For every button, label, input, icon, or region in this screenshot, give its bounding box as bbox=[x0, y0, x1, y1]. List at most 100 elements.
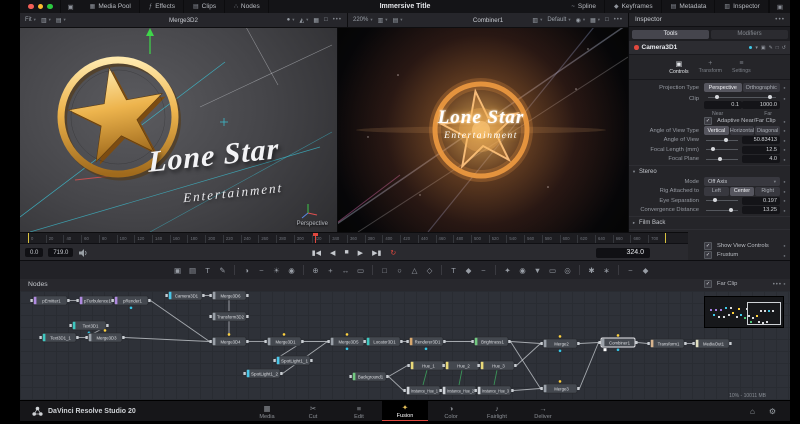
page-tab-fusion[interactable]: ✦ Fusion bbox=[382, 401, 428, 421]
option-right[interactable]: Right bbox=[755, 186, 781, 196]
tool-merge-icon[interactable]: ⊕ bbox=[308, 266, 323, 275]
menubar-metadata-button[interactable]: ▤ Metadata bbox=[662, 0, 716, 13]
split-view-dropdown[interactable]: ▥ ▾ bbox=[41, 17, 51, 24]
tool-color-curves-icon[interactable]: ~ bbox=[254, 266, 269, 275]
last-frame-button[interactable]: ▶▮ bbox=[372, 249, 381, 257]
node-output[interactable] bbox=[246, 340, 249, 343]
value-field-convergence-distance[interactable]: 13.25 bbox=[742, 206, 780, 215]
option-horizontal[interactable]: Horizontal bbox=[729, 126, 755, 136]
node-connection[interactable] bbox=[579, 342, 599, 389]
node-Brightness1[interactable]: Brightness1 bbox=[471, 336, 511, 347]
page-tab-cut[interactable]: ✂ Cut bbox=[290, 401, 336, 421]
ui-layout-button[interactable]: ▣ bbox=[59, 0, 81, 13]
minimize-window-icon[interactable] bbox=[37, 3, 43, 10]
node-Merge3D6[interactable]: Merge3D6 bbox=[209, 287, 249, 301]
near-value-field[interactable]: 0.1 bbox=[704, 100, 742, 109]
node-input[interactable] bbox=[111, 299, 114, 302]
node-effect-input[interactable] bbox=[616, 348, 620, 352]
viewer-indicator[interactable] bbox=[603, 348, 607, 352]
subtab-controls[interactable]: ▣ Controls bbox=[669, 60, 688, 75]
inspector-options-menu[interactable]: ••• bbox=[775, 16, 785, 23]
node-input[interactable] bbox=[406, 340, 409, 343]
node-input[interactable] bbox=[540, 342, 543, 345]
node-mask-input[interactable] bbox=[103, 329, 107, 332]
node-Text3D1[interactable]: Text3D1 bbox=[69, 320, 109, 335]
node-input[interactable] bbox=[39, 336, 42, 339]
menubar-nodes-button[interactable]: ∴ Nodes bbox=[225, 0, 269, 13]
option-vertical[interactable]: Vertical bbox=[704, 126, 729, 136]
checkbox-far-clip[interactable]: ✓ bbox=[704, 279, 712, 288]
guides-button[interactable]: ▦ bbox=[313, 17, 319, 24]
subtab-settings[interactable]: ≡ Settings bbox=[732, 60, 751, 74]
node-output[interactable] bbox=[684, 342, 687, 345]
tool-rectangle-mask-icon[interactable]: □ bbox=[377, 266, 392, 275]
node-connection[interactable] bbox=[637, 342, 648, 344]
page-tab-edit[interactable]: ≡ Edit bbox=[336, 401, 382, 421]
node-pRender1[interactable]: pRender1 bbox=[111, 295, 151, 310]
node-output[interactable] bbox=[148, 299, 151, 302]
page-tab-deliver[interactable]: → Deliver bbox=[520, 401, 566, 421]
tool-p-emitter-icon[interactable]: ✱ bbox=[584, 266, 599, 275]
node-input[interactable] bbox=[439, 389, 442, 392]
node-graph-minimap[interactable] bbox=[704, 296, 784, 328]
node-Instance_Hue_1[interactable]: Instance_Hue_1 bbox=[403, 385, 443, 396]
view-mode-dropdown[interactable]: ◭ ▾ bbox=[300, 17, 309, 24]
value-field-eye-separation[interactable]: 0.197 bbox=[742, 196, 780, 205]
node-Hue_3[interactable]: Hue_3 bbox=[477, 360, 517, 371]
tool-blur-icon[interactable]: ◉ bbox=[284, 266, 299, 275]
node-input[interactable] bbox=[647, 342, 650, 345]
keyframe-dot[interactable]: ● bbox=[780, 93, 789, 117]
tool-bspline-mask-icon[interactable]: ◇ bbox=[422, 266, 437, 275]
node-output[interactable] bbox=[122, 336, 125, 339]
node-output[interactable] bbox=[729, 342, 732, 345]
node-input[interactable] bbox=[442, 364, 445, 367]
node-mask-input[interactable] bbox=[227, 333, 231, 336]
node-effect-input[interactable] bbox=[424, 347, 428, 351]
node-Background1[interactable]: Background1 bbox=[349, 371, 389, 382]
page-tab-media[interactable]: ▦ Media bbox=[244, 401, 290, 421]
tool-text-plus-icon[interactable]: T bbox=[200, 266, 215, 275]
tool-polygon-mask-icon[interactable]: △ bbox=[407, 266, 422, 275]
node-input[interactable] bbox=[85, 336, 88, 339]
tool-ellipse-mask-icon[interactable]: ○ bbox=[392, 266, 407, 275]
tool-transform-icon[interactable]: + bbox=[323, 266, 338, 275]
node-Hue_1[interactable]: Hue_1 bbox=[407, 360, 447, 371]
node-input[interactable] bbox=[209, 340, 212, 343]
keyframe-dot[interactable]: ● bbox=[780, 253, 789, 258]
node-tile-color-icon[interactable] bbox=[748, 45, 753, 50]
node-output[interactable] bbox=[301, 340, 304, 343]
menubar-clips-button[interactable]: ▤ Clips bbox=[184, 0, 226, 13]
reset-icon[interactable]: ↺ bbox=[782, 45, 786, 51]
node-input[interactable] bbox=[327, 340, 330, 343]
tool-merge-3d-icon[interactable]: ✦ bbox=[500, 266, 515, 275]
node-Merge3[interactable]: Merge3 bbox=[540, 380, 580, 394]
node-output[interactable] bbox=[246, 315, 249, 318]
y-axis-handle[interactable] bbox=[146, 28, 154, 54]
node-input[interactable] bbox=[477, 364, 480, 367]
node-output[interactable] bbox=[386, 375, 389, 378]
node-connection[interactable] bbox=[510, 341, 541, 344]
node-Merge3D5[interactable]: Merge3D5 bbox=[327, 333, 367, 351]
render-in-point[interactable]: 0.0 bbox=[25, 248, 44, 257]
tool-paint-icon[interactable]: ✎ bbox=[215, 266, 230, 275]
node-input[interactable] bbox=[243, 372, 246, 375]
tool-media-out-icon[interactable]: ▤ bbox=[185, 266, 200, 275]
node-input[interactable] bbox=[264, 340, 267, 343]
first-frame-button[interactable]: ▮◀ bbox=[312, 249, 321, 257]
node-output[interactable] bbox=[443, 340, 446, 343]
node-effect-input[interactable] bbox=[129, 306, 133, 310]
node-connection[interactable] bbox=[422, 369, 428, 386]
node-pTurbulence1[interactable]: pTurbulence1 bbox=[76, 295, 116, 306]
node-output[interactable] bbox=[246, 294, 249, 297]
page-tab-fairlight[interactable]: ♪ Fairlight bbox=[474, 401, 520, 421]
node-pEmitter1[interactable]: pEmitter1 bbox=[30, 295, 70, 306]
node-input[interactable] bbox=[273, 359, 276, 362]
stop-button[interactable]: ■ bbox=[344, 249, 348, 256]
option-diagonal[interactable]: Diagonal bbox=[755, 126, 781, 136]
node-input[interactable] bbox=[363, 340, 366, 343]
keyframe-dot[interactable]: ● bbox=[780, 138, 789, 143]
tool-resize-icon[interactable]: ↔ bbox=[338, 266, 353, 275]
lock-icon[interactable]: □ bbox=[776, 45, 779, 51]
keyframe-dot[interactable]: ● bbox=[780, 85, 789, 90]
node-Merge3D4[interactable]: Merge3D4 bbox=[209, 333, 249, 347]
